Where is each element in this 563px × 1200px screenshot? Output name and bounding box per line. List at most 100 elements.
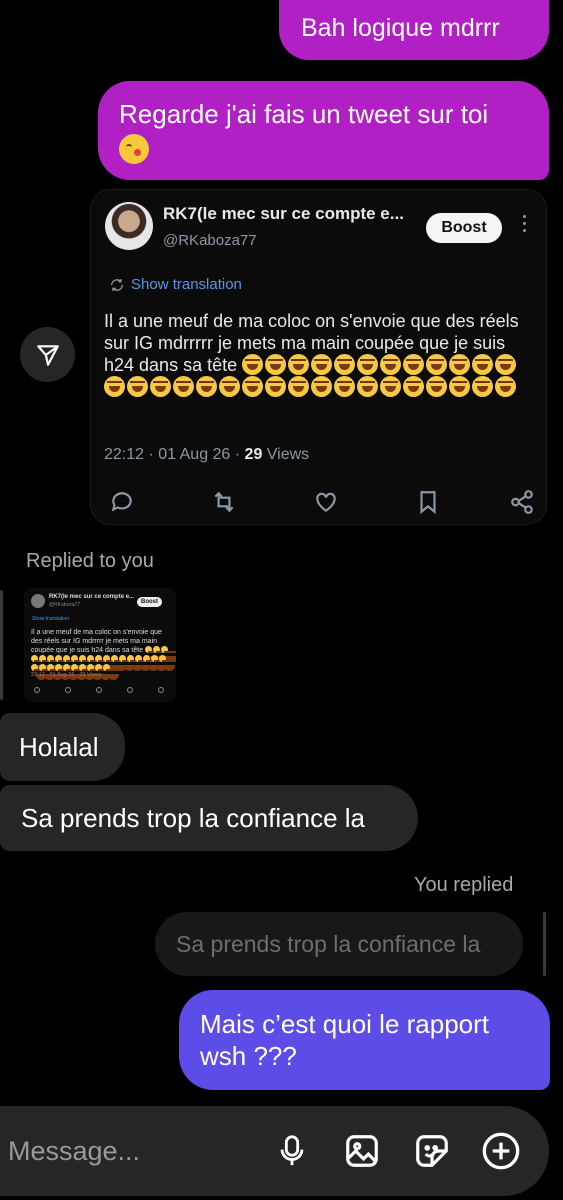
laughing-emoji (426, 376, 447, 397)
laughing-emoji (265, 376, 286, 397)
shared-tweet-card[interactable]: RK7(le mec sur ce compte e... @RKaboza77… (90, 189, 547, 525)
laughing-emoji (265, 354, 287, 375)
thumb-action-bar (34, 687, 164, 693)
replied-tweet-thumbnail[interactable]: RK7(le mec sur ce compte e... @RKaboza77… (24, 588, 176, 702)
laughing-emoji (135, 655, 153, 671)
laughing-emoji (47, 655, 65, 671)
laughing-emoji (472, 376, 493, 397)
laughing-emoji (145, 646, 164, 662)
laughing-emoji (111, 655, 129, 671)
show-translation-link[interactable]: Show translation (109, 276, 242, 293)
message-text: Holalal (19, 732, 99, 762)
laughing-emoji (159, 655, 176, 671)
laughing-emoji (127, 376, 148, 397)
tweet-text: Il a une meuf de ma coloc on s'envoie qu… (104, 310, 534, 398)
microphone-icon (280, 1135, 304, 1166)
laughing-emoji (311, 376, 332, 397)
laughing-emoji (161, 646, 176, 662)
laughing-emoji (87, 664, 105, 680)
laughing-emoji (119, 655, 137, 671)
thumb-tweet-text-body: Il a une meuf de ma coloc on s'envoie qu… (31, 629, 162, 654)
laughing-emoji (495, 354, 517, 375)
sticker-icon (416, 1135, 448, 1167)
thumb-boost-badge: Boost (137, 597, 162, 607)
retweet-icon[interactable] (211, 489, 237, 515)
tweet-author-handle: @RKaboza77 (163, 232, 257, 249)
sticker-button[interactable] (411, 1130, 453, 1172)
laughing-emoji (63, 655, 81, 671)
laughing-emoji (87, 655, 105, 671)
laughing-emoji (63, 664, 81, 680)
laughing-emoji (79, 664, 97, 680)
thumb-tweet-text: Il a une meuf de ma coloc on s'envoie qu… (31, 628, 176, 680)
message-input[interactable] (8, 1133, 248, 1169)
laughing-emoji (153, 646, 172, 662)
laughing-emoji (380, 376, 401, 397)
laughing-emoji (103, 655, 121, 671)
message-composer (0, 1106, 549, 1196)
laughing-emoji (311, 354, 333, 375)
sent-message[interactable]: Mais c’est quoi le rapport wsh ??? (179, 990, 550, 1090)
laughing-emoji (95, 655, 113, 671)
share-button[interactable] (20, 327, 75, 382)
boost-button[interactable]: Boost (426, 213, 502, 243)
heart-icon[interactable] (313, 489, 339, 515)
laughing-emoji (173, 376, 194, 397)
laughing-emoji (104, 376, 125, 397)
laughing-emoji (357, 354, 379, 375)
laughing-emoji (143, 655, 161, 671)
thumb-show-translation: Show translation (32, 616, 69, 622)
laughing-emoji (31, 664, 49, 680)
laughing-emoji (151, 655, 169, 671)
reply-indicator-bar (0, 590, 3, 700)
thumb-author-handle: @RKaboza77 (49, 602, 81, 608)
microphone-button[interactable] (271, 1130, 313, 1172)
laughing-emoji (47, 664, 65, 680)
laughing-emoji (334, 376, 355, 397)
laughing-emoji (150, 376, 171, 397)
add-button[interactable] (480, 1130, 522, 1172)
share-icon[interactable] (509, 489, 535, 515)
laughing-emoji (95, 664, 113, 680)
laughing-emoji (403, 376, 424, 397)
message-text: Sa prends trop la confiance la (21, 803, 365, 833)
laughing-emoji (472, 354, 494, 375)
received-message[interactable]: Sa prends trop la confiance la (0, 785, 418, 851)
laughing-emoji (71, 664, 89, 680)
quoted-message[interactable]: Sa prends trop la confiance la (155, 912, 523, 976)
laughing-emoji (449, 354, 471, 375)
message-text: Mais c’est quoi le rapport wsh ??? (200, 1009, 490, 1071)
views-label: Views (262, 446, 310, 463)
show-translation-label: Show translation (131, 276, 242, 293)
reply-indicator-bar (543, 912, 546, 976)
avatar[interactable] (105, 202, 153, 250)
laughing-emoji (334, 354, 356, 375)
you-replied-label: You replied (414, 874, 514, 896)
laughing-emoji (403, 354, 425, 375)
gallery-button[interactable] (341, 1130, 383, 1172)
tweet-meta: 22:12 · 01 Aug 26 · 29 Views (104, 446, 309, 464)
laughing-emoji (55, 655, 73, 671)
send-icon (36, 344, 59, 366)
thumb-author-name: RK7(le mec sur ce compte e... (49, 594, 135, 600)
replied-to-you-label: Replied to you (26, 550, 154, 572)
tweet-action-bar (109, 489, 534, 515)
laughing-emoji (79, 655, 97, 671)
laughing-emoji (103, 664, 121, 680)
plus-circle-icon (482, 1132, 520, 1170)
tweet-author-name: RK7(le mec sur ce compte e... (163, 204, 404, 223)
laughing-emoji (357, 376, 378, 397)
laughing-emoji (288, 354, 310, 375)
laughing-emoji (31, 655, 49, 671)
laughing-emoji (288, 376, 309, 397)
reply-icon[interactable] (109, 489, 135, 515)
received-message[interactable]: Holalal (0, 713, 125, 781)
bookmark-icon[interactable] (415, 489, 441, 515)
laughing-emoji (426, 354, 448, 375)
sent-message[interactable]: Regarde j'ai fais un tweet sur toi (98, 81, 549, 180)
laughing-emoji (242, 354, 264, 375)
laughing-emoji (71, 655, 89, 671)
sent-message[interactable]: Bah logique mdrrr (279, 0, 549, 60)
more-options-icon[interactable] (521, 215, 527, 237)
laughing-emoji (449, 376, 470, 397)
